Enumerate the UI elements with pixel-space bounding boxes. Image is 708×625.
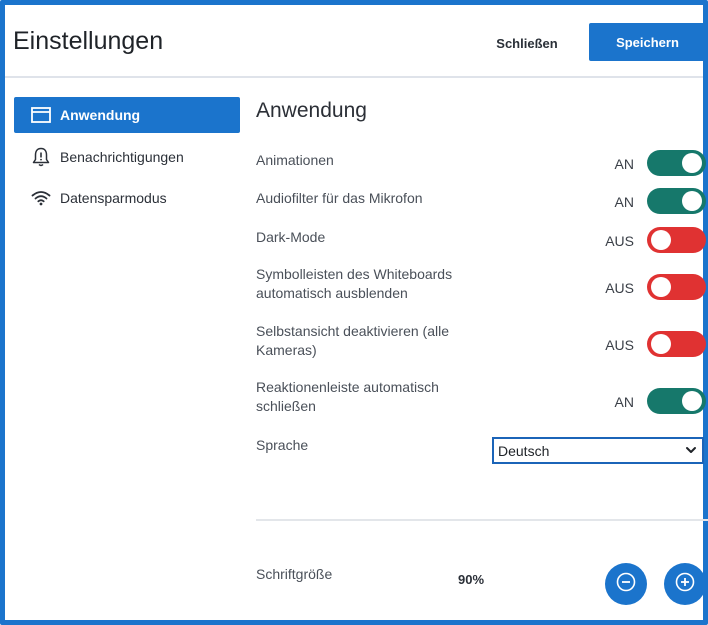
setting-state-dark-mode: AUS bbox=[605, 233, 634, 249]
toggle-animationen[interactable] bbox=[647, 150, 706, 176]
setting-label-audiofilter: Audiofilter für das Mikrofon bbox=[256, 190, 423, 206]
close-button[interactable]: Schließen bbox=[479, 27, 575, 59]
setting-label-selbstansicht: Selbstansicht deaktivieren (alle Kameras… bbox=[256, 323, 449, 358]
setting-state-animationen: AN bbox=[614, 156, 634, 172]
setting-label-symbolleisten: Symbolleisten des Whiteboards automatisc… bbox=[256, 266, 453, 301]
dialog-title: Einstellungen bbox=[13, 27, 164, 55]
toggle-dark-mode[interactable] bbox=[647, 227, 706, 253]
dialog-header: Einstellungen Schließen Speichern bbox=[5, 5, 706, 78]
setting-state-audiofilter: AN bbox=[614, 194, 634, 210]
font-size-label: Schriftgröße bbox=[256, 566, 333, 582]
setting-state-symbolleisten: AUS bbox=[605, 280, 634, 296]
minus-circle-icon bbox=[616, 572, 636, 597]
sidebar-item-benachrichtigungen[interactable]: Benachrichtigungen bbox=[14, 139, 240, 175]
save-button[interactable]: Speichern bbox=[589, 23, 706, 61]
plus-circle-icon bbox=[675, 572, 695, 597]
increase-font-button[interactable] bbox=[664, 563, 706, 605]
settings-dialog bbox=[0, 0, 708, 625]
window-icon bbox=[30, 105, 52, 125]
sidebar-item-label: Anwendung bbox=[60, 107, 141, 123]
toggle-reaktionenleiste[interactable] bbox=[647, 388, 706, 414]
bell-alert-icon bbox=[30, 147, 52, 167]
setting-label-reaktionenleiste: Reaktionenleiste automatisch schließen bbox=[256, 379, 439, 414]
chevron-down-icon bbox=[685, 443, 697, 460]
toggle-symbolleisten[interactable] bbox=[647, 274, 706, 300]
toggle-knob bbox=[682, 191, 702, 211]
wifi-icon bbox=[30, 188, 52, 208]
setting-label-dark-mode: Dark-Mode bbox=[256, 229, 326, 245]
sidebar-item-anwendung[interactable]: Anwendung bbox=[14, 97, 240, 133]
decrease-font-button[interactable] bbox=[605, 563, 647, 605]
toggle-knob bbox=[651, 277, 671, 297]
sidebar-item-label: Datensparmodus bbox=[60, 190, 167, 206]
section-divider bbox=[256, 519, 708, 521]
language-select-value: Deutsch bbox=[498, 442, 550, 459]
toggle-selbstansicht[interactable] bbox=[647, 331, 706, 357]
font-size-value: 90% bbox=[458, 572, 485, 587]
setting-state-reaktionenleiste: AN bbox=[614, 394, 634, 410]
toggle-audiofilter[interactable] bbox=[647, 188, 706, 214]
setting-state-selbstansicht: AUS bbox=[605, 337, 634, 353]
language-label: Sprache bbox=[256, 437, 309, 453]
toggle-knob bbox=[682, 153, 702, 173]
section-title: Anwendung bbox=[256, 99, 367, 122]
language-select[interactable]: Deutsch bbox=[492, 437, 704, 464]
toggle-knob bbox=[682, 391, 702, 411]
sidebar-item-datensparmodus[interactable]: Datensparmodus bbox=[14, 180, 240, 216]
sidebar-item-label: Benachrichtigungen bbox=[60, 149, 184, 165]
toggle-knob bbox=[651, 230, 671, 250]
setting-label-animationen: Animationen bbox=[256, 152, 334, 168]
toggle-knob bbox=[651, 334, 671, 354]
